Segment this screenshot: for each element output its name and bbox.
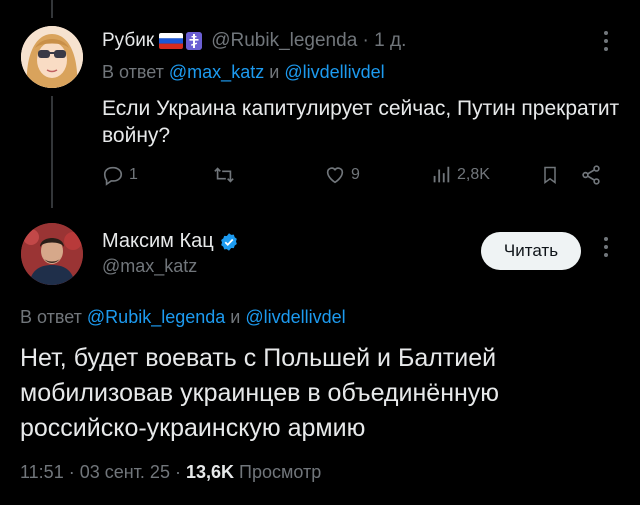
thread-line bbox=[51, 0, 53, 18]
reply-context: В ответ @max_katz и @livdellivdel bbox=[102, 62, 385, 82]
views-label: Просмотр bbox=[239, 462, 322, 482]
mention-link[interactable]: @livdellivdel bbox=[284, 62, 384, 82]
bookmark-icon bbox=[544, 166, 556, 184]
russia-flag-icon bbox=[159, 33, 184, 49]
like-icon bbox=[326, 167, 344, 184]
avatar[interactable] bbox=[21, 223, 83, 285]
reply-icon bbox=[103, 166, 123, 186]
tweet-text: Если Украина капитулирует сейчас, Путин … bbox=[102, 97, 620, 147]
thread-line bbox=[51, 96, 53, 208]
mention-link[interactable]: @livdellivdel bbox=[245, 307, 345, 327]
timestamp[interactable]: 11:51 · 03 сент. 25 · bbox=[20, 462, 181, 482]
more-icon[interactable] bbox=[601, 28, 611, 54]
avatar[interactable] bbox=[21, 26, 83, 88]
mention-link[interactable]: @Rubik_legenda bbox=[87, 307, 225, 327]
views-count[interactable]: 13,6K bbox=[186, 462, 234, 482]
timestamp[interactable]: · 1 д. bbox=[363, 30, 407, 51]
views-icon bbox=[433, 166, 450, 183]
tweet-text: Нет, будет воевать с Польшей и Балтией м… bbox=[20, 344, 500, 442]
tweet-header: Рубик @Rubik_legenda · 1 д. bbox=[102, 28, 406, 54]
orthodox-cross-icon bbox=[186, 32, 203, 50]
action-bar: 1 9 2,8K bbox=[102, 160, 612, 190]
bookmark-button[interactable] bbox=[540, 160, 560, 190]
share-button[interactable] bbox=[580, 160, 602, 190]
retweet-button[interactable] bbox=[212, 160, 241, 190]
tweet-header: Максим Кац bbox=[102, 230, 239, 253]
verified-badge-icon bbox=[220, 232, 237, 251]
handle[interactable]: @Rubik_legenda · 1 д. bbox=[211, 30, 406, 52]
mention-link[interactable]: @max_katz bbox=[169, 62, 264, 82]
display-name[interactable]: Максим Кац bbox=[102, 230, 214, 253]
retweet-icon bbox=[214, 167, 234, 183]
display-name[interactable]: Рубик bbox=[102, 30, 154, 52]
like-button[interactable]: 9 bbox=[324, 160, 360, 190]
reply-context: В ответ @Rubik_legenda и @livdellivdel bbox=[20, 307, 346, 327]
views-button[interactable]: 2,8K bbox=[430, 160, 490, 190]
tweet-meta: 11:51 · 03 сент. 25 · 13,6K Просмотр bbox=[20, 462, 321, 483]
more-icon[interactable] bbox=[601, 234, 611, 260]
handle[interactable]: @max_katz bbox=[102, 256, 197, 277]
follow-button[interactable]: Читать bbox=[481, 232, 581, 270]
reply-button[interactable]: 1 bbox=[102, 160, 138, 190]
share-icon bbox=[582, 165, 600, 185]
